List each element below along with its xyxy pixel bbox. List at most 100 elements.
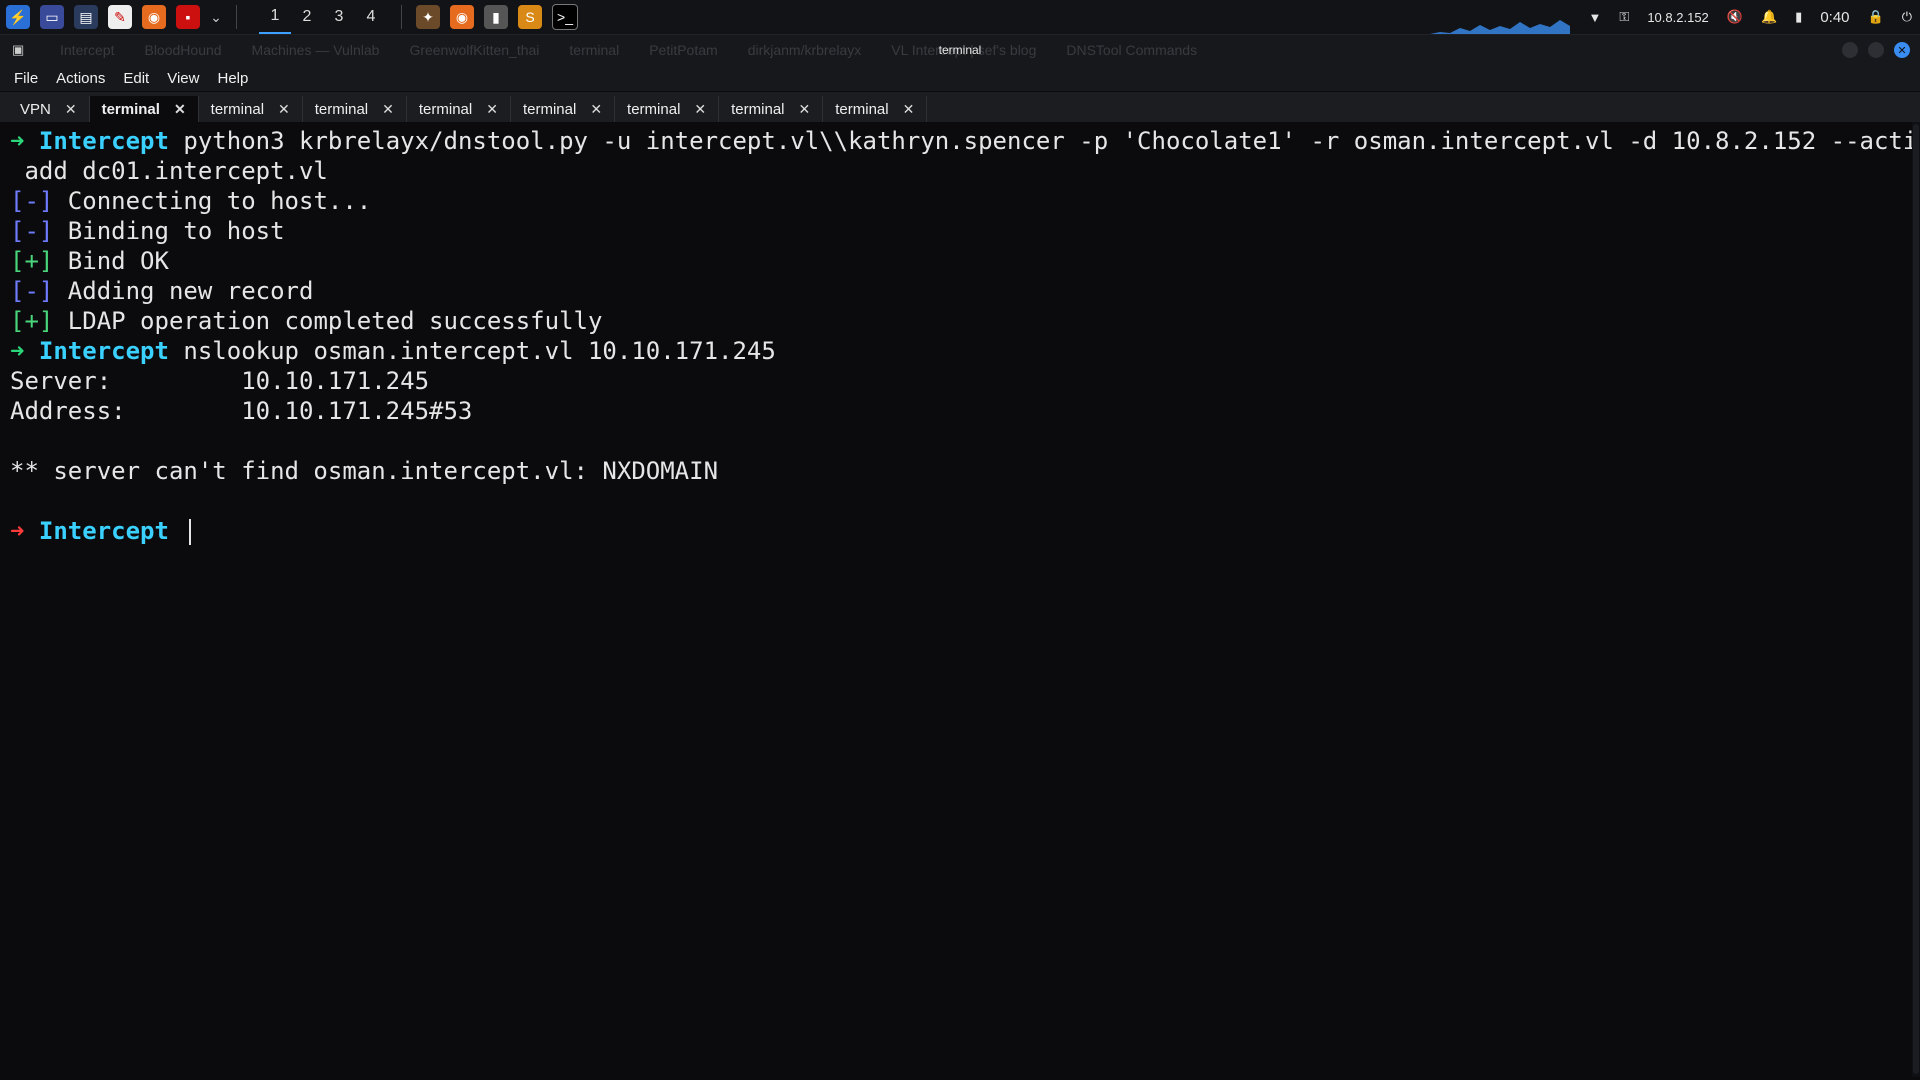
tab-close-icon[interactable]: ✕ [382, 101, 394, 118]
prompt-dir: Intercept [38, 337, 169, 365]
prompt-arrow: ➜ [10, 337, 25, 365]
tab-label: terminal [835, 100, 889, 118]
tab-close-icon[interactable]: ✕ [486, 101, 498, 118]
tab-label: VPN [20, 100, 51, 118]
status-tag: [-] [10, 217, 54, 245]
tab-label: terminal [522, 100, 577, 118]
tab-close-icon[interactable]: ✕ [903, 101, 915, 118]
tab-close-icon[interactable]: ✕ [799, 101, 811, 118]
tab-label: terminal [627, 100, 681, 118]
maximize-button[interactable] [1868, 42, 1884, 58]
output-text: Binding to host [53, 217, 285, 245]
close-button[interactable]: ✕ [1894, 42, 1910, 58]
text-editor-icon[interactable]: ✎ [108, 5, 132, 29]
clock: 0:40 [1820, 8, 1850, 26]
workspace-switcher: 1234 [259, 0, 387, 34]
background-tab: DNSTool Commands [1066, 42, 1198, 58]
lock-icon[interactable]: 🔒 [1868, 9, 1884, 25]
output-line: [-] Adding new record [10, 276, 1902, 306]
window-titlebar: ▣ Intercept BloodHound Machines — Vulnlab G… [0, 35, 1920, 65]
menu-actions[interactable]: Actions [56, 70, 105, 87]
prompt-dir: Intercept [38, 127, 169, 155]
firefox-icon[interactable]: ◉ [142, 5, 166, 29]
tab-terminal-8[interactable]: terminal ✕ [823, 96, 928, 122]
network-graph [1430, 20, 1570, 34]
background-browser-tabs: Intercept BloodHound Machines — Vulnlab Gre… [60, 35, 1197, 65]
command-text: nslookup osman.intercept.vl 10.10.171.24… [168, 337, 776, 365]
ip-address: 10.8.2.152 [1647, 9, 1709, 25]
window-menu-icon[interactable]: ▣ [12, 42, 24, 58]
tab-terminal-7[interactable]: terminal ✕ [719, 96, 824, 122]
text-cursor [189, 519, 192, 545]
background-tab: GreenwolfKitten_thai [409, 42, 540, 58]
top-panel: ⚡ ▭ ▤ ✎ ◉ ▪ ⌄ 1234 ✦ ◉ ▮ S >_ ▼ ⚿ 10.8.2… [0, 0, 1920, 35]
error-line: ** server can't find osman.intercept.vl:… [10, 457, 719, 485]
app-icon[interactable]: ▪ [176, 5, 200, 29]
background-tab: Machines — Vulnlab [251, 42, 380, 58]
minimize-button[interactable] [1842, 42, 1858, 58]
mute-icon[interactable]: 🔇 [1727, 9, 1743, 25]
background-tab: terminal [569, 42, 620, 58]
window-title: terminal [938, 43, 982, 57]
desktop-icon[interactable]: ▭ [40, 5, 64, 29]
vpn-icon[interactable]: ⚿ [1619, 9, 1629, 25]
menu-edit[interactable]: Edit [123, 70, 149, 87]
wifi-icon[interactable]: ▼ [1589, 10, 1602, 25]
workspace-4[interactable]: 4 [355, 0, 387, 34]
tab-terminal-3[interactable]: terminal ✕ [303, 96, 407, 122]
bell-icon[interactable]: 🔔 [1761, 9, 1777, 25]
output-text: Connecting to host... [53, 187, 372, 215]
tab-vpn-0[interactable]: VPN ✕ [8, 96, 90, 122]
command-line-1: ➜ Intercept python3 krbrelayx/dnstool.py… [10, 126, 1920, 156]
tab-close-icon[interactable]: ✕ [694, 101, 706, 118]
current-prompt[interactable]: ➜ Intercept [10, 516, 1902, 546]
battery-icon[interactable]: ▮ [1795, 9, 1802, 25]
tab-label: terminal [210, 100, 265, 118]
tab-close-icon[interactable]: ✕ [65, 101, 77, 118]
terminal-output[interactable]: ➜ Intercept python3 krbrelayx/dnstool.py… [0, 122, 1920, 1077]
tab-terminal-2[interactable]: terminal ✕ [199, 96, 303, 122]
menu-bar: File Actions Edit View Help [0, 65, 1920, 91]
firefox-icon-2[interactable]: ◉ [450, 5, 474, 29]
status-tag: [-] [10, 277, 54, 305]
tab-close-icon[interactable]: ✕ [590, 101, 602, 118]
kali-menu-icon[interactable]: ⚡ [6, 5, 30, 29]
power-icon[interactable]: ⏻ [1902, 9, 1912, 25]
output-text: LDAP operation completed successfully [53, 307, 603, 335]
prompt-arrow: ➜ [10, 517, 25, 545]
menu-view[interactable]: View [167, 70, 199, 87]
scrollbar[interactable] [1912, 122, 1920, 1077]
command-line-1-wrap: add dc01.intercept.vl [10, 157, 328, 185]
background-tab: Intercept [60, 42, 115, 58]
burp-icon[interactable]: ✦ [416, 5, 440, 29]
menu-help[interactable]: Help [217, 70, 248, 87]
workspace-2[interactable]: 2 [291, 0, 323, 34]
menu-file[interactable]: File [14, 70, 38, 87]
file-manager-icon[interactable]: ▤ [74, 5, 98, 29]
background-tab: PetitPotam [649, 42, 718, 58]
document-icon[interactable]: ▮ [484, 5, 508, 29]
status-tag: [+] [10, 247, 54, 275]
output-line: [-] Connecting to host... [10, 186, 1902, 216]
output-line: [-] Binding to host [10, 216, 1902, 246]
tab-terminal-4[interactable]: terminal ✕ [407, 96, 511, 122]
sublime-icon[interactable]: S [518, 5, 542, 29]
background-tab: dirkjanm/krbrelayx [747, 42, 862, 58]
tab-terminal-6[interactable]: terminal ✕ [615, 96, 720, 122]
tab-terminal-1[interactable]: terminal ✕ [89, 96, 199, 122]
terminal-tabs: VPN ✕ terminal ✕ terminal ✕ terminal ✕ terminal ✕… [0, 92, 1920, 122]
tab-label: terminal [731, 100, 785, 118]
chevron-down-icon[interactable]: ⌄ [210, 5, 222, 29]
tab-close-icon[interactable]: ✕ [278, 101, 290, 118]
tab-terminal-5[interactable]: terminal ✕ [511, 96, 616, 122]
command-line-2: ➜ Intercept nslookup osman.intercept.vl … [10, 336, 1902, 366]
output-text: Adding new record [53, 277, 314, 305]
tab-label: terminal [314, 100, 369, 118]
output-text: Bind OK [53, 247, 169, 275]
terminal-icon[interactable]: >_ [552, 4, 578, 30]
workspace-1[interactable]: 1 [259, 0, 291, 34]
prompt-dir: Intercept [38, 517, 169, 545]
workspace-3[interactable]: 3 [323, 0, 355, 34]
tab-close-icon[interactable]: ✕ [174, 101, 186, 118]
